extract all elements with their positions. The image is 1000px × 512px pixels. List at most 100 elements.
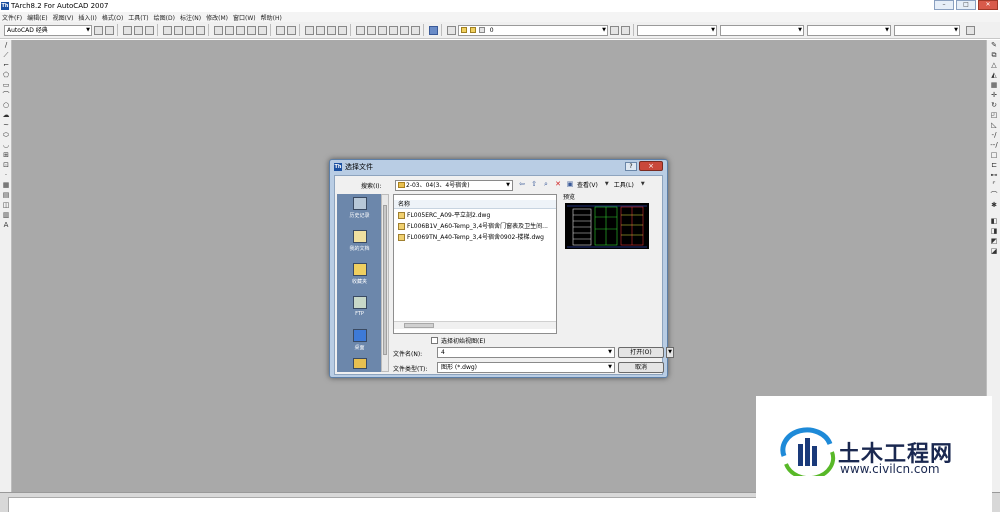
undo-icon[interactable] bbox=[276, 25, 285, 35]
draworder-icon[interactable]: ◧ bbox=[987, 216, 1000, 226]
line-icon[interactable]: / bbox=[0, 40, 12, 50]
menu-edit[interactable]: 编辑(E) bbox=[27, 13, 47, 22]
delete-icon[interactable]: ✕ bbox=[553, 180, 563, 189]
plot-icon[interactable] bbox=[196, 25, 205, 35]
menu-modify[interactable]: 修改(M) bbox=[206, 13, 228, 22]
layer-manager-icon[interactable] bbox=[447, 25, 456, 35]
zoom-previous-icon[interactable] bbox=[338, 25, 347, 35]
lineweight-select[interactable]: ▼ bbox=[807, 24, 891, 36]
menu-draw[interactable]: 绘图(D) bbox=[154, 13, 175, 22]
rotate-icon[interactable]: ↻ bbox=[987, 100, 1000, 110]
workspace-select[interactable]: AutoCAD 经典 ▼ bbox=[4, 24, 92, 36]
erase-icon[interactable]: ✎ bbox=[987, 40, 1000, 50]
dialog-close-button[interactable]: × bbox=[639, 161, 663, 171]
maximize-icon[interactable]: □ bbox=[956, 0, 976, 10]
design-center-icon[interactable] bbox=[367, 25, 376, 35]
new-file-icon[interactable] bbox=[123, 25, 132, 35]
array-icon[interactable]: ▦ bbox=[987, 80, 1000, 90]
circle-icon[interactable]: ○ bbox=[0, 100, 12, 110]
back-icon[interactable]: ⇦ bbox=[517, 180, 527, 189]
place-ftp[interactable]: FTP bbox=[337, 293, 382, 325]
file-row[interactable]: FL0069TN_A40-Temp_3,4号宿舍0902-楼梯.dwg bbox=[398, 233, 544, 242]
file-row[interactable]: FL005ERC_A09-平立剖2.dwg bbox=[398, 211, 490, 220]
tools-menu[interactable]: 工具(L) bbox=[614, 180, 634, 189]
calculator-icon[interactable] bbox=[411, 25, 420, 35]
scale-icon[interactable]: ◰ bbox=[987, 110, 1000, 120]
workspace-settings-icon[interactable] bbox=[94, 25, 103, 35]
chevron-down-icon[interactable]: ▼ bbox=[602, 180, 612, 189]
menu-format[interactable]: 格式(O) bbox=[102, 13, 123, 22]
pan-icon[interactable] bbox=[305, 25, 314, 35]
workspace-save-icon[interactable] bbox=[105, 25, 114, 35]
menu-view[interactable]: 视图(V) bbox=[53, 13, 74, 22]
send-back-icon[interactable]: ◩ bbox=[987, 236, 1000, 246]
print-icon[interactable] bbox=[163, 25, 172, 35]
save-icon[interactable] bbox=[145, 25, 154, 35]
rectangle-icon[interactable]: ▭ bbox=[0, 80, 12, 90]
help-icon[interactable] bbox=[429, 25, 438, 35]
places-scrollbar[interactable] bbox=[381, 194, 389, 372]
filetype-select[interactable]: 图形 (*.dwg) ▼ bbox=[437, 362, 615, 373]
file-row[interactable]: FL006B1V_A60-Temp_3,4号宿舍门窗表及卫生间... bbox=[398, 222, 548, 231]
block-editor-icon[interactable] bbox=[258, 25, 267, 35]
color-select[interactable]: ▼ bbox=[637, 24, 717, 36]
open-options-button[interactable]: ▼ bbox=[666, 347, 674, 358]
cut-icon[interactable] bbox=[214, 25, 223, 35]
cancel-button[interactable]: 取消 bbox=[618, 362, 664, 373]
arc-icon[interactable]: ⌒ bbox=[0, 90, 12, 100]
break-at-point-icon[interactable]: □ bbox=[987, 150, 1000, 160]
menu-file[interactable]: 文件(F) bbox=[2, 13, 22, 22]
place-desktop[interactable]: 桌面 bbox=[337, 326, 382, 358]
command-input[interactable] bbox=[8, 497, 758, 512]
view-menu[interactable]: 查看(V) bbox=[577, 180, 598, 189]
initial-view-checkbox[interactable] bbox=[431, 337, 438, 344]
mirror-icon[interactable]: △ bbox=[987, 60, 1000, 70]
menu-window[interactable]: 窗口(W) bbox=[233, 13, 256, 22]
join-icon[interactable]: ⊷ bbox=[987, 170, 1000, 180]
table-icon[interactable]: ▥ bbox=[0, 210, 12, 220]
initial-view-option[interactable]: 选择初始视图(E) bbox=[431, 336, 485, 345]
make-current-layer-icon[interactable] bbox=[610, 25, 619, 35]
sheet-set-icon[interactable] bbox=[389, 25, 398, 35]
menu-tools[interactable]: 工具(T) bbox=[128, 13, 148, 22]
revision-cloud-icon[interactable]: ☁ bbox=[0, 110, 12, 120]
chevron-down-icon[interactable]: ▼ bbox=[638, 180, 648, 189]
polyline-icon[interactable]: ⌐ bbox=[0, 60, 12, 70]
menu-help[interactable]: 帮助(H) bbox=[261, 13, 282, 22]
stretch-icon[interactable]: ◺ bbox=[987, 120, 1000, 130]
new-folder-icon[interactable]: ▣ bbox=[565, 180, 575, 189]
break-icon[interactable]: ⊏ bbox=[987, 160, 1000, 170]
help-button[interactable]: ? bbox=[625, 162, 637, 171]
copy-icon[interactable] bbox=[225, 25, 234, 35]
print-preview-icon[interactable] bbox=[174, 25, 183, 35]
ellipse-icon[interactable]: ⬭ bbox=[0, 130, 12, 140]
gradient-icon[interactable]: ▤ bbox=[0, 190, 12, 200]
explode-icon[interactable]: ✱ bbox=[987, 200, 1000, 210]
menu-dimension[interactable]: 标注(N) bbox=[180, 13, 201, 22]
move-icon[interactable]: ✛ bbox=[987, 90, 1000, 100]
copy-object-icon[interactable]: ⧉ bbox=[987, 50, 1000, 60]
redo-icon[interactable] bbox=[287, 25, 296, 35]
publish-icon[interactable] bbox=[185, 25, 194, 35]
zoom-window-icon[interactable] bbox=[327, 25, 336, 35]
open-file-icon[interactable] bbox=[134, 25, 143, 35]
trim-icon[interactable]: -/ bbox=[987, 130, 1000, 140]
ellipse-arc-icon[interactable]: ◡ bbox=[0, 140, 12, 150]
spline-icon[interactable]: ~ bbox=[0, 120, 12, 130]
hatch-icon[interactable]: ▦ bbox=[0, 180, 12, 190]
insert-block-icon[interactable]: ⊞ bbox=[0, 150, 12, 160]
close-icon[interactable]: ✕ bbox=[978, 0, 998, 10]
place-favorites[interactable]: 收藏夹 bbox=[337, 260, 382, 292]
search-web-icon[interactable]: ⌕ bbox=[541, 180, 551, 189]
text-style-icon[interactable] bbox=[966, 25, 975, 35]
offset-icon[interactable]: ◭ bbox=[987, 70, 1000, 80]
region-icon[interactable]: ◫ bbox=[0, 200, 12, 210]
place-history[interactable]: 历史记录 bbox=[337, 194, 382, 226]
minimize-icon[interactable]: – bbox=[934, 0, 954, 10]
match-properties-icon[interactable] bbox=[247, 25, 256, 35]
multiline-text-icon[interactable]: A bbox=[0, 220, 12, 230]
filename-input[interactable]: 4 ▼ bbox=[437, 347, 615, 358]
horizontal-scrollbar[interactable] bbox=[394, 321, 556, 329]
plotstyle-select[interactable]: ▼ bbox=[894, 24, 960, 36]
point-icon[interactable]: · bbox=[0, 170, 12, 180]
